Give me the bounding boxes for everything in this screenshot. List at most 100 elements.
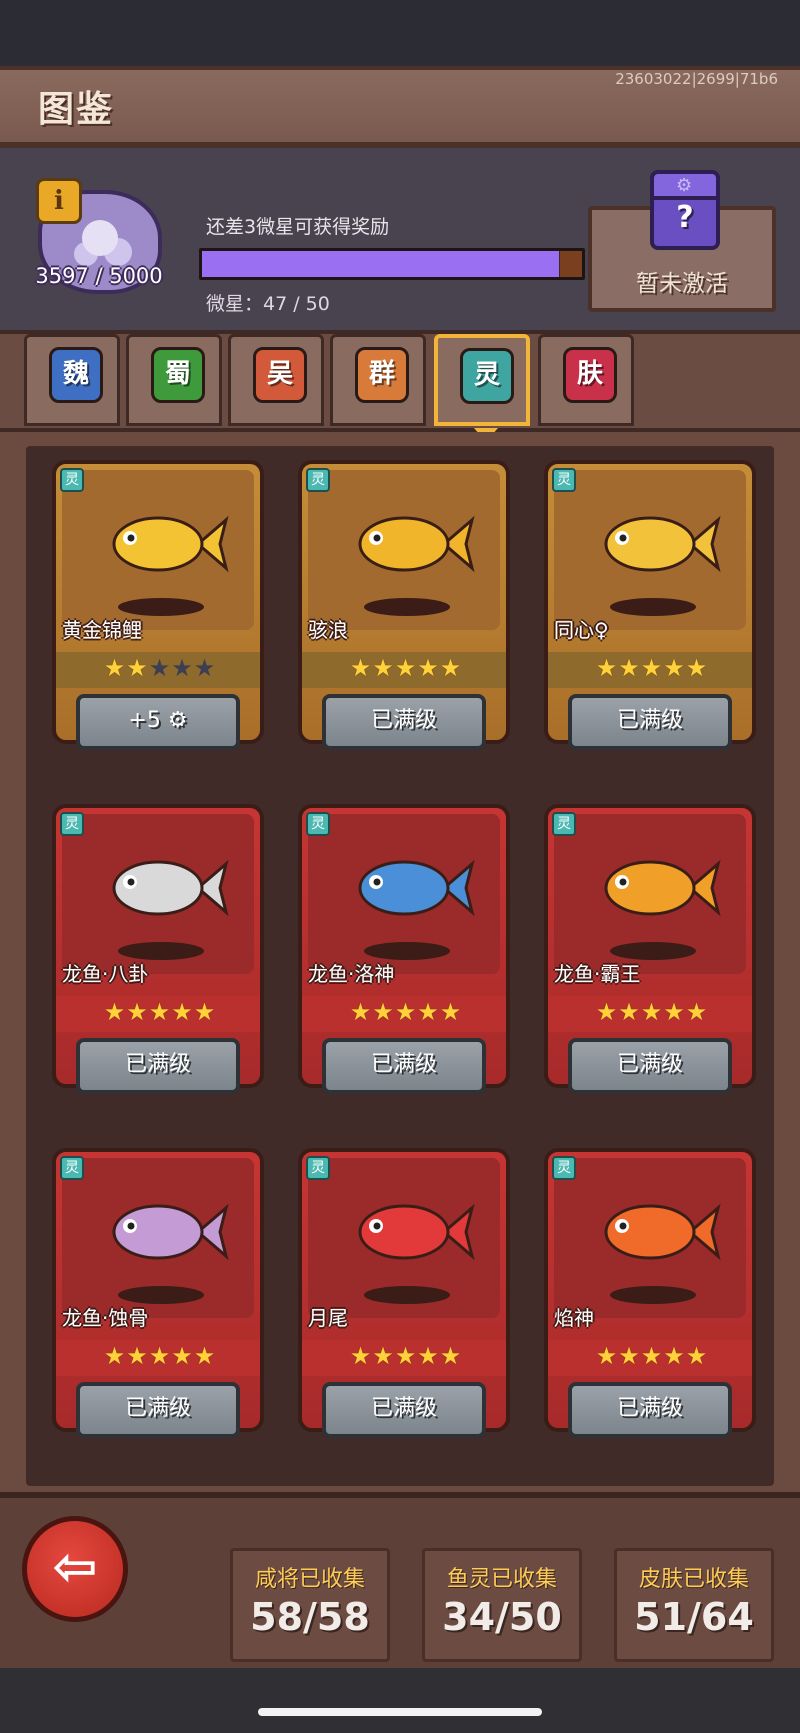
star-filled-icon: ★ <box>171 1342 194 1370</box>
reward-label: 暂未激活 <box>636 271 728 297</box>
stat-label: 咸将已收集 <box>254 1567 365 1592</box>
star-filled-icon: ★ <box>439 654 463 682</box>
tab-5[interactable]: 肤 <box>538 334 634 426</box>
progress-empty <box>560 251 582 277</box>
star-filled-icon: ★ <box>171 998 194 1026</box>
star-filled-icon: ★ <box>640 998 664 1026</box>
star-filled-icon: ★ <box>372 1342 395 1370</box>
back-button[interactable]: ⇦ <box>22 1516 128 1622</box>
star-filled-icon: ★ <box>663 654 686 682</box>
upgrade-button[interactable]: +5 ⚙ <box>76 694 240 750</box>
fish-icon <box>358 859 475 917</box>
fish-card[interactable]: 灵骇浪 ★★★★★ 已满级 <box>298 460 510 750</box>
star-rating: ★★★★★ <box>302 652 506 688</box>
fish-icon <box>112 859 229 917</box>
fish-shadow <box>610 598 696 616</box>
star-filled-icon: ★ <box>685 998 709 1026</box>
star-filled-icon: ★ <box>126 654 149 682</box>
star-rating: ★★★★★ <box>548 1340 752 1376</box>
max-level-button[interactable]: 已满级 <box>322 1038 486 1094</box>
tab-4[interactable]: 灵 <box>434 334 530 442</box>
star-collection-icon[interactable]: i 3597 / 5000 <box>30 178 168 308</box>
page-title: 图鉴 <box>38 89 115 130</box>
star-rating: ★★★★★ <box>56 652 260 688</box>
star-filled-icon: ★ <box>126 998 149 1026</box>
star-filled-icon: ★ <box>618 998 641 1026</box>
max-level-button[interactable]: 已满级 <box>322 694 486 750</box>
star-filled-icon: ★ <box>349 654 373 682</box>
spirit-tag-badge: 灵 <box>552 468 576 492</box>
tab-label: 灵 <box>460 348 514 404</box>
fish-card[interactable]: 灵龙鱼·洛神 ★★★★★ 已满级 <box>298 804 510 1094</box>
fish-name: 焰神 <box>554 1306 594 1330</box>
max-level-button[interactable]: 已满级 <box>76 1038 240 1094</box>
stat-label: 鱼灵已收集 <box>446 1567 557 1592</box>
fish-name: 龙鱼·洛神 <box>308 962 395 986</box>
fish-icon <box>358 515 475 573</box>
max-level-button[interactable]: 已满级 <box>568 694 732 750</box>
spirit-tag-badge: 灵 <box>306 812 330 836</box>
star-filled-icon: ★ <box>103 654 127 682</box>
arrow-left-icon: ⇦ <box>52 1535 98 1598</box>
star-rating: ★★★★★ <box>302 1340 506 1376</box>
star-filled-icon: ★ <box>372 998 395 1026</box>
fish-card[interactable]: 灵同心♀ ★★★★★ 已满级 <box>544 460 756 750</box>
fish-name: 骇浪 <box>308 618 348 642</box>
micro-star-count: 微星：47 / 50 <box>206 293 330 315</box>
max-level-button[interactable]: 已满级 <box>568 1382 732 1438</box>
fish-card[interactable]: 灵月尾 ★★★★★ 已满级 <box>298 1148 510 1438</box>
spirit-tag-badge: 灵 <box>60 1156 84 1180</box>
max-level-button[interactable]: 已满级 <box>322 1382 486 1438</box>
max-level-button[interactable]: 已满级 <box>568 1038 732 1094</box>
question-mark: ? <box>676 200 694 235</box>
star-filled-icon: ★ <box>595 654 619 682</box>
title-bar: 图鉴 23603022|2699|71b6 <box>0 66 800 148</box>
fish-card[interactable]: 灵龙鱼·蚀骨 ★★★★★ 已满级 <box>52 1148 264 1438</box>
fish-card[interactable]: 灵焰神 ★★★★★ 已满级 <box>544 1148 756 1438</box>
fish-card[interactable]: 灵龙鱼·霸王 ★★★★★ 已满级 <box>544 804 756 1094</box>
tab-2[interactable]: 吴 <box>228 334 324 426</box>
star-filled-icon: ★ <box>394 654 418 682</box>
star-filled-icon: ★ <box>663 998 686 1026</box>
status-area <box>0 0 800 66</box>
fish-card[interactable]: 灵黄金锦鲤 ★★★★★ +5 ⚙ <box>52 460 264 750</box>
tab-3[interactable]: 群 <box>330 334 426 426</box>
star-filled-icon: ★ <box>417 654 440 682</box>
version-label: 23603022|2699|71b6 <box>615 70 778 88</box>
star-filled-icon: ★ <box>595 998 619 1026</box>
reward-hint: 还差3微星可获得奖励 <box>206 216 390 238</box>
progress-fill <box>202 251 560 277</box>
fish-icon <box>604 1203 721 1261</box>
spirit-tag-badge: 灵 <box>60 468 84 492</box>
fish-shadow <box>364 1286 450 1304</box>
star-filled-icon: ★ <box>103 1342 127 1370</box>
fish-name: 月尾 <box>308 1306 348 1330</box>
star-filled-icon: ★ <box>439 1342 463 1370</box>
star-filled-icon: ★ <box>618 1342 641 1370</box>
tab-1[interactable]: 蜀 <box>126 334 222 426</box>
info-icon[interactable]: i <box>36 178 82 224</box>
star-empty-icon: ★ <box>171 654 194 682</box>
star-rating: ★★★★★ <box>56 1340 260 1376</box>
star-filled-icon: ★ <box>193 1342 217 1370</box>
fish-icon <box>604 859 721 917</box>
tab-0[interactable]: 魏 <box>24 334 120 426</box>
collection-stat: 鱼灵已收集 34/50 <box>422 1548 582 1662</box>
star-filled-icon: ★ <box>685 654 709 682</box>
star-rating: ★★★★★ <box>548 996 752 1032</box>
mystery-chest-icon: ⚙ ? <box>650 170 720 250</box>
fish-name: 同心♀ <box>554 618 609 642</box>
collection-stat: 皮肤已收集 51/64 <box>614 1548 774 1662</box>
star-filled-icon: ★ <box>640 654 664 682</box>
star-filled-icon: ★ <box>618 654 641 682</box>
max-level-button[interactable]: 已满级 <box>76 1382 240 1438</box>
fish-card[interactable]: 灵龙鱼·八卦 ★★★★★ 已满级 <box>52 804 264 1094</box>
system-bar <box>0 1668 800 1733</box>
tab-label: 吴 <box>253 347 307 403</box>
home-indicator[interactable] <box>258 1708 542 1716</box>
fish-shadow <box>610 1286 696 1304</box>
star-filled-icon: ★ <box>103 998 127 1026</box>
star-rating: ★★★★★ <box>302 996 506 1032</box>
star-rating: ★★★★★ <box>56 996 260 1032</box>
star-rating: ★★★★★ <box>548 652 752 688</box>
